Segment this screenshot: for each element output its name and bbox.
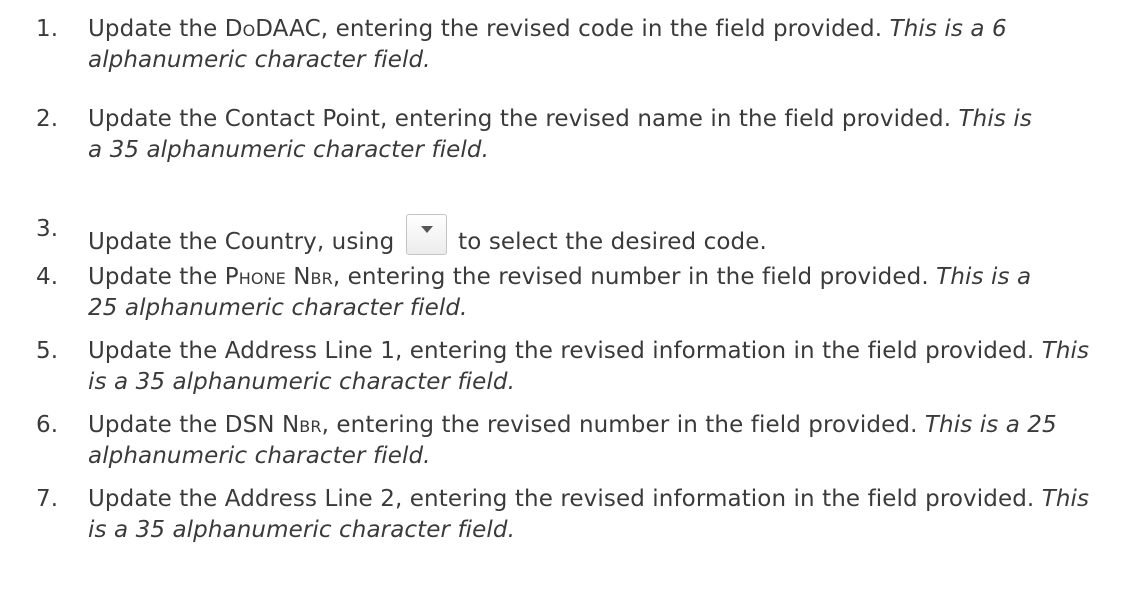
field-term-dodaac: DoDAAC (224, 16, 321, 42)
step-text: Update the Address Line 1, entering the … (88, 336, 1098, 398)
step-number: 4. (36, 264, 59, 290)
step-number: 3. (36, 216, 59, 242)
step-text-lead: Update the (88, 264, 225, 290)
step-text-body: to select the desired code. (458, 229, 767, 255)
step-text-body: , entering the revised code in the field… (320, 16, 890, 42)
step-text-lead: Update the (88, 412, 225, 438)
step-text: Update the Contact Point, entering the r… (88, 104, 1048, 166)
step-text: Update the Country, using to select the … (88, 214, 1098, 258)
step-number: 7. (36, 486, 59, 512)
step-text-lead: Update the Address Line 2, entering the … (88, 486, 1042, 512)
step-text: Update the DSN Nbr, entering the revised… (88, 410, 1098, 472)
field-term-phone-nbr: Phone Nbr (224, 264, 333, 290)
step-number: 5. (36, 338, 59, 364)
step-text: Update the DoDAAC, entering the revised … (88, 14, 1098, 76)
dropdown-arrow-icon (420, 226, 433, 233)
step-text-lead: Update the Country, using (88, 229, 395, 255)
step-number: 6. (36, 412, 59, 438)
instruction-list: 1. Update the DoDAAC, entering the revis… (0, 0, 1123, 604)
step-text: Update the Phone Nbr, entering the revis… (88, 262, 1048, 324)
dropdown-button (405, 214, 447, 255)
step-text-lead: Update the Contact Point, entering the r… (88, 106, 959, 132)
step-text-body: , entering the revised number in the fie… (321, 412, 925, 438)
step-text: Update the Address Line 2, entering the … (88, 484, 1098, 546)
step-number: 1. (36, 16, 59, 42)
step-number: 2. (36, 106, 59, 132)
step-text-body: , entering the revised number in the fie… (332, 264, 937, 290)
step-text-lead: Update the Address Line 1, entering the … (88, 338, 1042, 364)
step-text-lead: Update the (88, 16, 225, 42)
field-term-dsn-nbr: DSN Nbr (224, 412, 322, 438)
